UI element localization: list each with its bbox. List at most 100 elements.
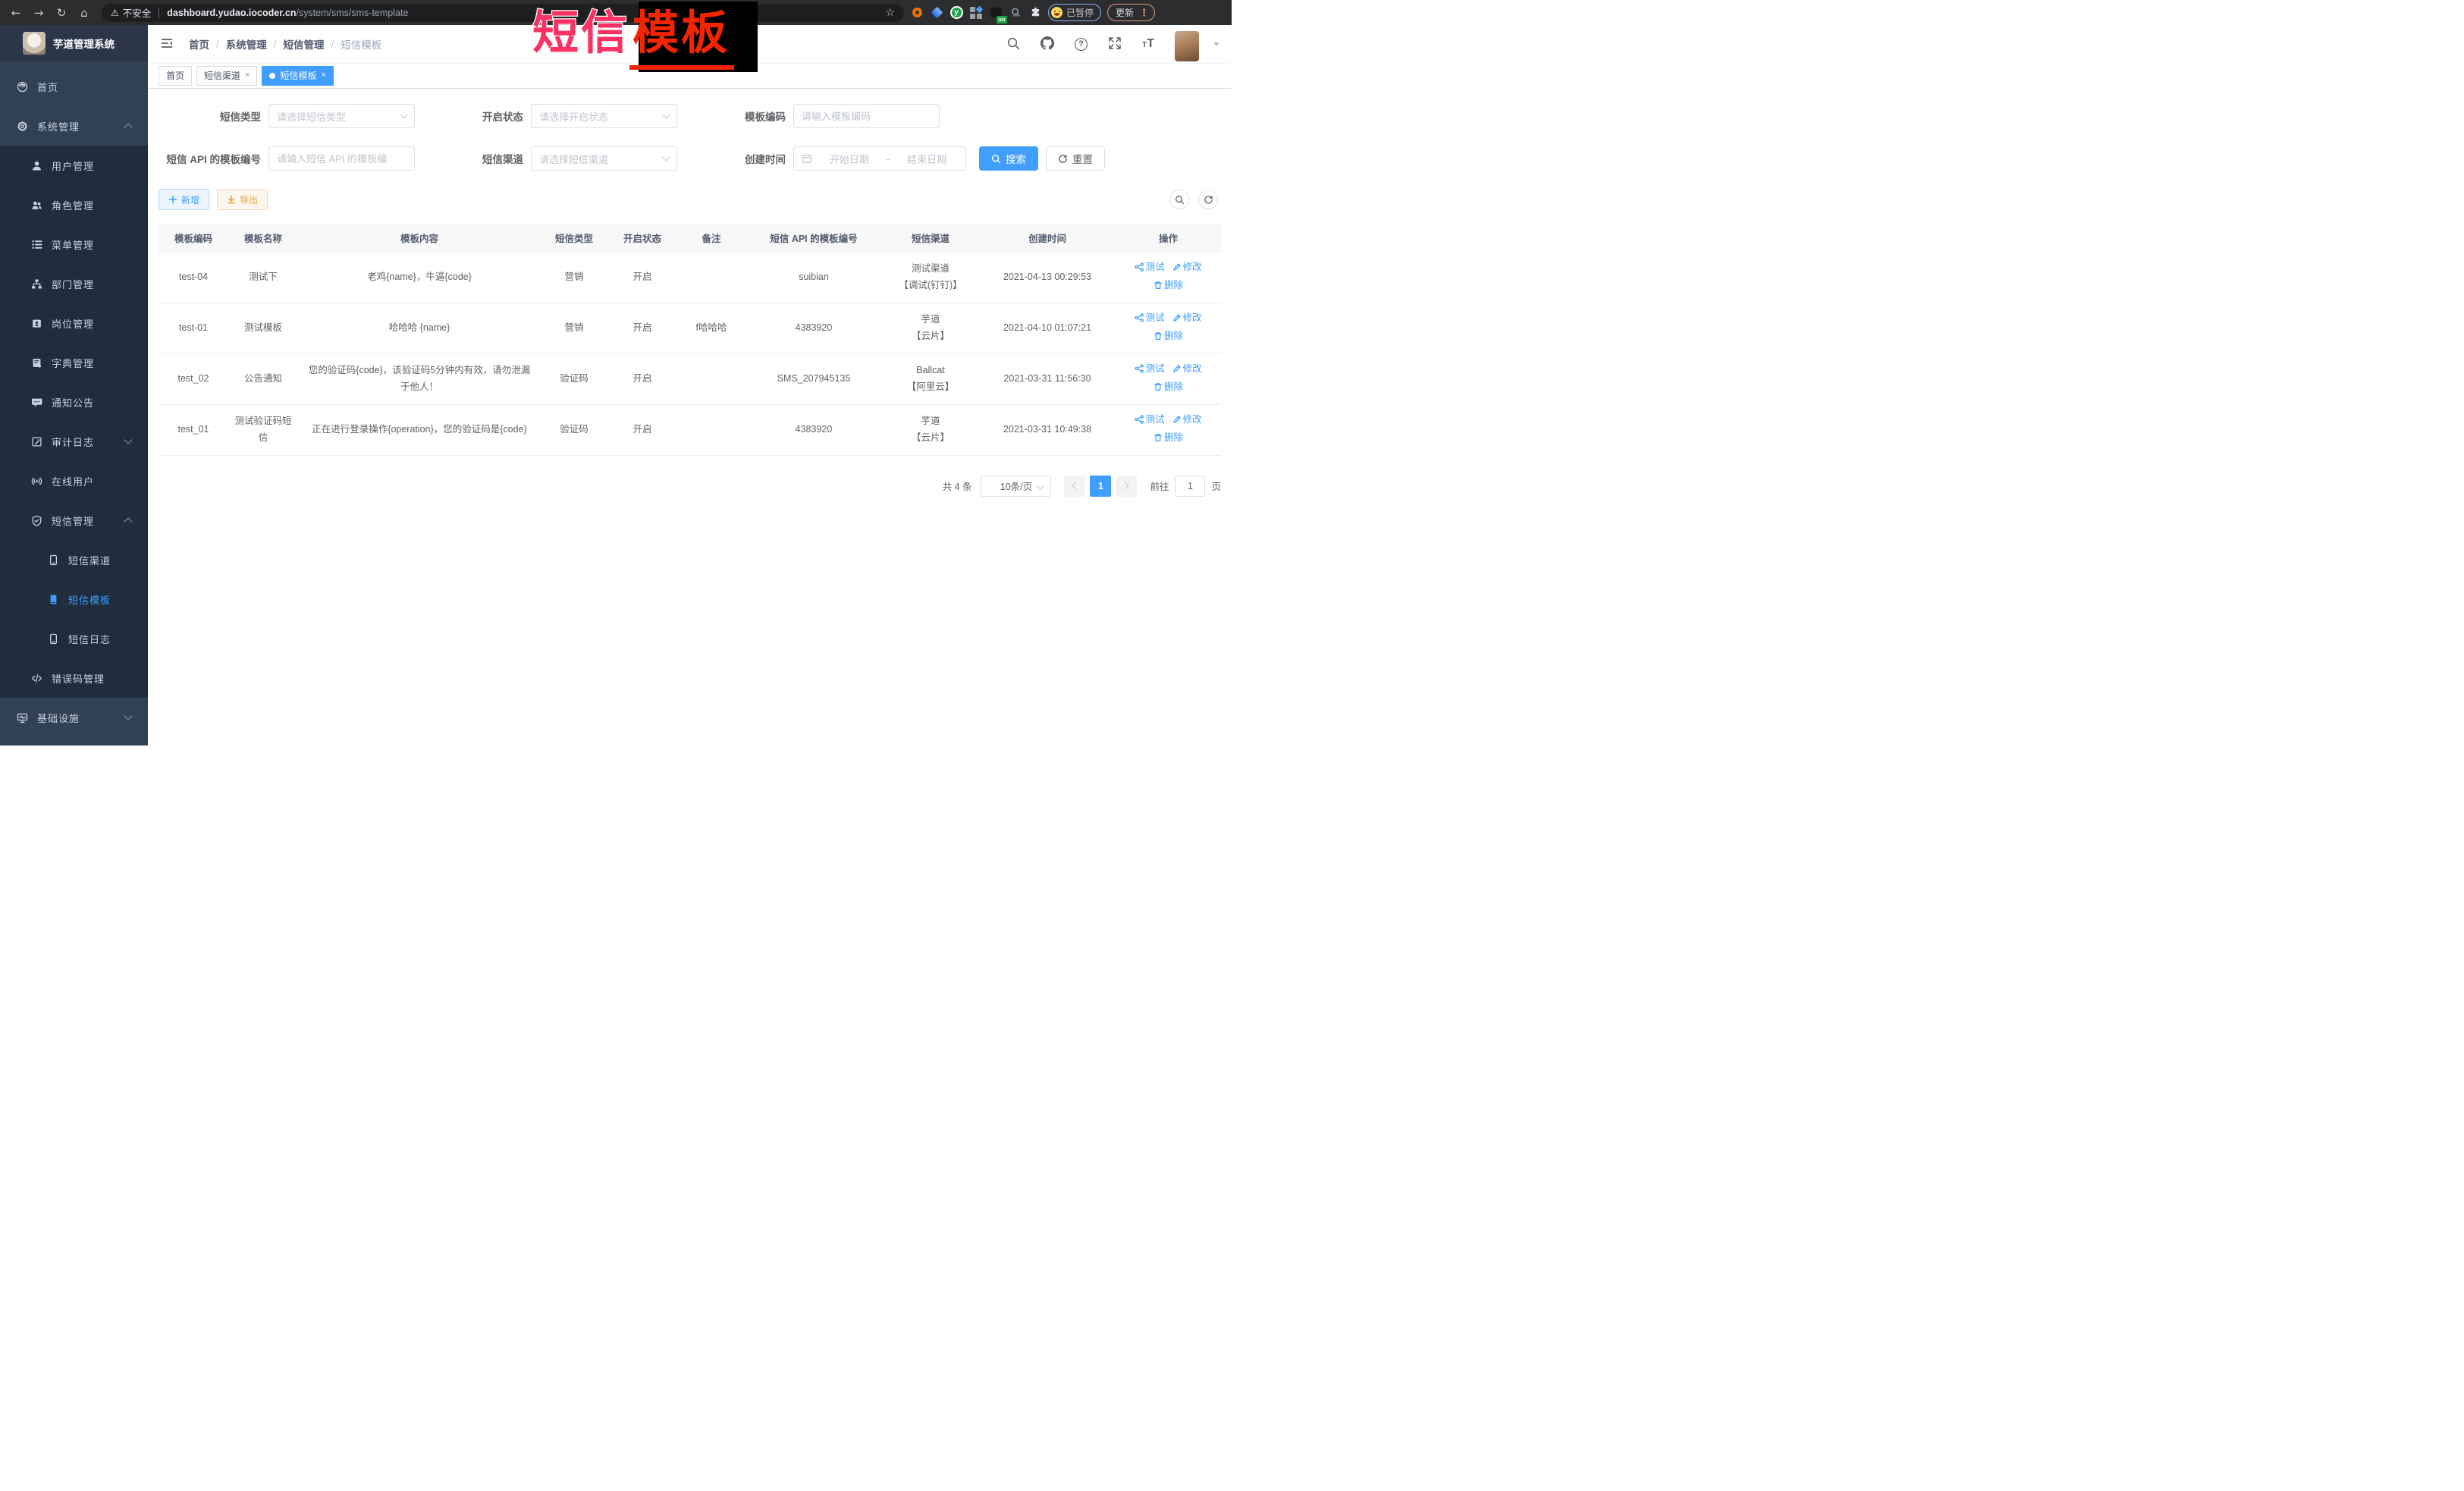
reset-button[interactable]: 重置 bbox=[1046, 146, 1105, 171]
sidebar-item-system[interactable]: 系统管理 bbox=[0, 106, 148, 146]
browser-menu-icon[interactable]: ⋮ bbox=[1139, 7, 1149, 19]
test-link[interactable]: 测试 bbox=[1135, 259, 1164, 275]
col-sms-type: 短信类型 bbox=[541, 224, 607, 252]
edit-link[interactable]: 修改 bbox=[1172, 361, 1202, 377]
sidebar-item-audit-log[interactable]: 审计日志 bbox=[0, 422, 148, 461]
font-size-icon[interactable]: TT bbox=[1142, 37, 1154, 51]
page-1-button[interactable]: 1 bbox=[1090, 476, 1111, 497]
annotation-part2: 模板 bbox=[629, 6, 734, 70]
sidebar-item-roles[interactable]: 角色管理 bbox=[0, 185, 148, 224]
address-bar[interactable]: ⚠ 不安全 dashboard.yudao.iocoder.cn /system… bbox=[102, 4, 904, 22]
sidebar-item-sms-channel[interactable]: 短信渠道 bbox=[0, 540, 148, 579]
sidebar-item-home[interactable]: 首页 bbox=[0, 67, 148, 106]
extension-y-icon[interactable]: y bbox=[950, 6, 963, 20]
edit-pen-icon bbox=[1172, 262, 1182, 272]
breadcrumb-sms[interactable]: 短信管理 bbox=[284, 36, 325, 52]
sidebar-item-dictionary[interactable]: 字典管理 bbox=[0, 343, 148, 382]
reload-icon[interactable]: ↻ bbox=[53, 6, 70, 20]
extension-magnifier-icon[interactable] bbox=[1009, 6, 1022, 20]
delete-link[interactable]: 删除 bbox=[1154, 430, 1183, 446]
help-icon[interactable]: ? bbox=[1075, 38, 1088, 51]
edit-link[interactable]: 修改 bbox=[1172, 310, 1202, 326]
table-toolbar: 新增 导出 bbox=[159, 189, 1221, 210]
search-button[interactable]: 搜索 bbox=[979, 146, 1038, 171]
pagination-total: 共 4 条 bbox=[943, 479, 972, 493]
status-select[interactable]: 请选择开启状态 bbox=[531, 104, 677, 128]
close-icon[interactable]: × bbox=[245, 71, 250, 80]
chevron-down-icon bbox=[124, 711, 132, 720]
id-badge-icon bbox=[30, 317, 42, 329]
sidebar-item-menus[interactable]: 菜单管理 bbox=[0, 224, 148, 264]
forward-icon[interactable]: → bbox=[30, 6, 47, 20]
back-icon[interactable]: ← bbox=[8, 6, 24, 20]
page-size-select[interactable]: 10条/页 bbox=[981, 476, 1051, 497]
test-link[interactable]: 测试 bbox=[1135, 361, 1164, 377]
sms-type-select[interactable]: 请选择短信类型 bbox=[268, 104, 415, 128]
export-button[interactable]: 导出 bbox=[217, 189, 268, 210]
user-menu-caret-icon[interactable] bbox=[1213, 42, 1219, 46]
bookmark-star-icon[interactable]: ☆ bbox=[885, 6, 895, 19]
goto-page-input[interactable] bbox=[1175, 476, 1205, 497]
api-template-id-input[interactable] bbox=[277, 153, 406, 165]
fullscreen-icon[interactable] bbox=[1108, 36, 1122, 52]
test-link[interactable]: 测试 bbox=[1135, 412, 1164, 428]
sidebar-item-error-codes[interactable]: 错误码管理 bbox=[0, 658, 148, 698]
sms-template-table: 模板编码 模板名称 模板内容 短信类型 开启状态 备注 短信 API 的模板编号… bbox=[159, 224, 1221, 456]
app-logo-row[interactable]: 芋道管理系统 bbox=[0, 25, 148, 61]
extensions-puzzle-icon[interactable] bbox=[1028, 6, 1042, 20]
tab-home[interactable]: 首页 bbox=[159, 66, 192, 86]
search-icon[interactable] bbox=[1006, 36, 1020, 52]
user-avatar[interactable] bbox=[1175, 31, 1199, 61]
home-icon[interactable]: ⌂ bbox=[76, 6, 93, 20]
test-link[interactable]: 测试 bbox=[1135, 310, 1164, 326]
next-page-button[interactable] bbox=[1116, 476, 1137, 497]
sidebar-collapse-icon[interactable] bbox=[160, 36, 174, 52]
refresh-table-button[interactable] bbox=[1198, 190, 1218, 209]
github-icon[interactable] bbox=[1041, 36, 1054, 52]
header-actions: ? TT bbox=[1006, 27, 1219, 61]
date-range-picker[interactable]: 开始日期 - 结束日期 bbox=[793, 146, 966, 171]
table-row: test_01 测试验证码短信 正在进行登录操作{operation}，您的验证… bbox=[159, 404, 1221, 455]
code-icon bbox=[30, 672, 42, 684]
template-code-input[interactable] bbox=[802, 111, 931, 122]
extension-donut-icon[interactable] bbox=[910, 6, 924, 20]
start-date-placeholder: 开始日期 bbox=[818, 152, 880, 166]
sidebar-item-infrastructure[interactable]: 基础设施 bbox=[0, 698, 148, 737]
sidebar-item-sms-management[interactable]: 短信管理 bbox=[0, 501, 148, 540]
col-created: 创建时间 bbox=[979, 224, 1116, 252]
dictionary-icon bbox=[30, 356, 42, 369]
delete-link[interactable]: 删除 bbox=[1154, 328, 1183, 344]
toggle-search-button[interactable] bbox=[1169, 190, 1189, 209]
chrome-update-button[interactable]: 更新 ⋮ bbox=[1107, 4, 1155, 21]
breadcrumb-system[interactable]: 系统管理 bbox=[226, 36, 267, 52]
profile-paused-badge[interactable]: 已暂停 bbox=[1048, 4, 1101, 21]
close-icon[interactable]: × bbox=[321, 71, 325, 80]
channel-select[interactable]: 请选择短信渠道 bbox=[531, 146, 677, 171]
edit-pen-icon bbox=[1172, 313, 1182, 322]
edit-link[interactable]: 修改 bbox=[1172, 412, 1202, 428]
delete-link[interactable]: 删除 bbox=[1154, 278, 1183, 293]
edit-link[interactable]: 修改 bbox=[1172, 259, 1202, 275]
sidebar-item-announcements[interactable]: 通知公告 bbox=[0, 382, 148, 422]
chevron-down-icon bbox=[124, 435, 132, 444]
sidebar-item-departments[interactable]: 部门管理 bbox=[0, 264, 148, 303]
extension-grid-icon[interactable] bbox=[969, 6, 983, 20]
sidebar-item-users[interactable]: 用户管理 bbox=[0, 146, 148, 185]
extension-gem-icon[interactable] bbox=[930, 6, 943, 20]
sidebar-item-posts[interactable]: 岗位管理 bbox=[0, 303, 148, 343]
status-label: 开启状态 bbox=[421, 108, 523, 124]
extension-list-icon[interactable]: on bbox=[989, 6, 1003, 20]
prev-page-button[interactable] bbox=[1064, 476, 1085, 497]
col-api-template-id: 短信 API 的模板编号 bbox=[745, 224, 882, 252]
tab-sms-channel[interactable]: 短信渠道 × bbox=[196, 66, 257, 86]
delete-link[interactable]: 删除 bbox=[1154, 379, 1183, 395]
sidebar-item-online-users[interactable]: 在线用户 bbox=[0, 461, 148, 501]
tab-sms-template[interactable]: 短信模板 × bbox=[262, 66, 333, 86]
add-button[interactable]: 新增 bbox=[159, 189, 209, 210]
url-host: dashboard.yudao.iocoder.cn bbox=[167, 8, 296, 18]
sidebar-item-sms-log[interactable]: 短信日志 bbox=[0, 619, 148, 658]
sidebar-item-sms-template[interactable]: 短信模板 bbox=[0, 579, 148, 619]
breadcrumb-home[interactable]: 首页 bbox=[189, 36, 209, 52]
app-title: 芋道管理系统 bbox=[53, 36, 115, 51]
trash-icon bbox=[1154, 281, 1163, 290]
